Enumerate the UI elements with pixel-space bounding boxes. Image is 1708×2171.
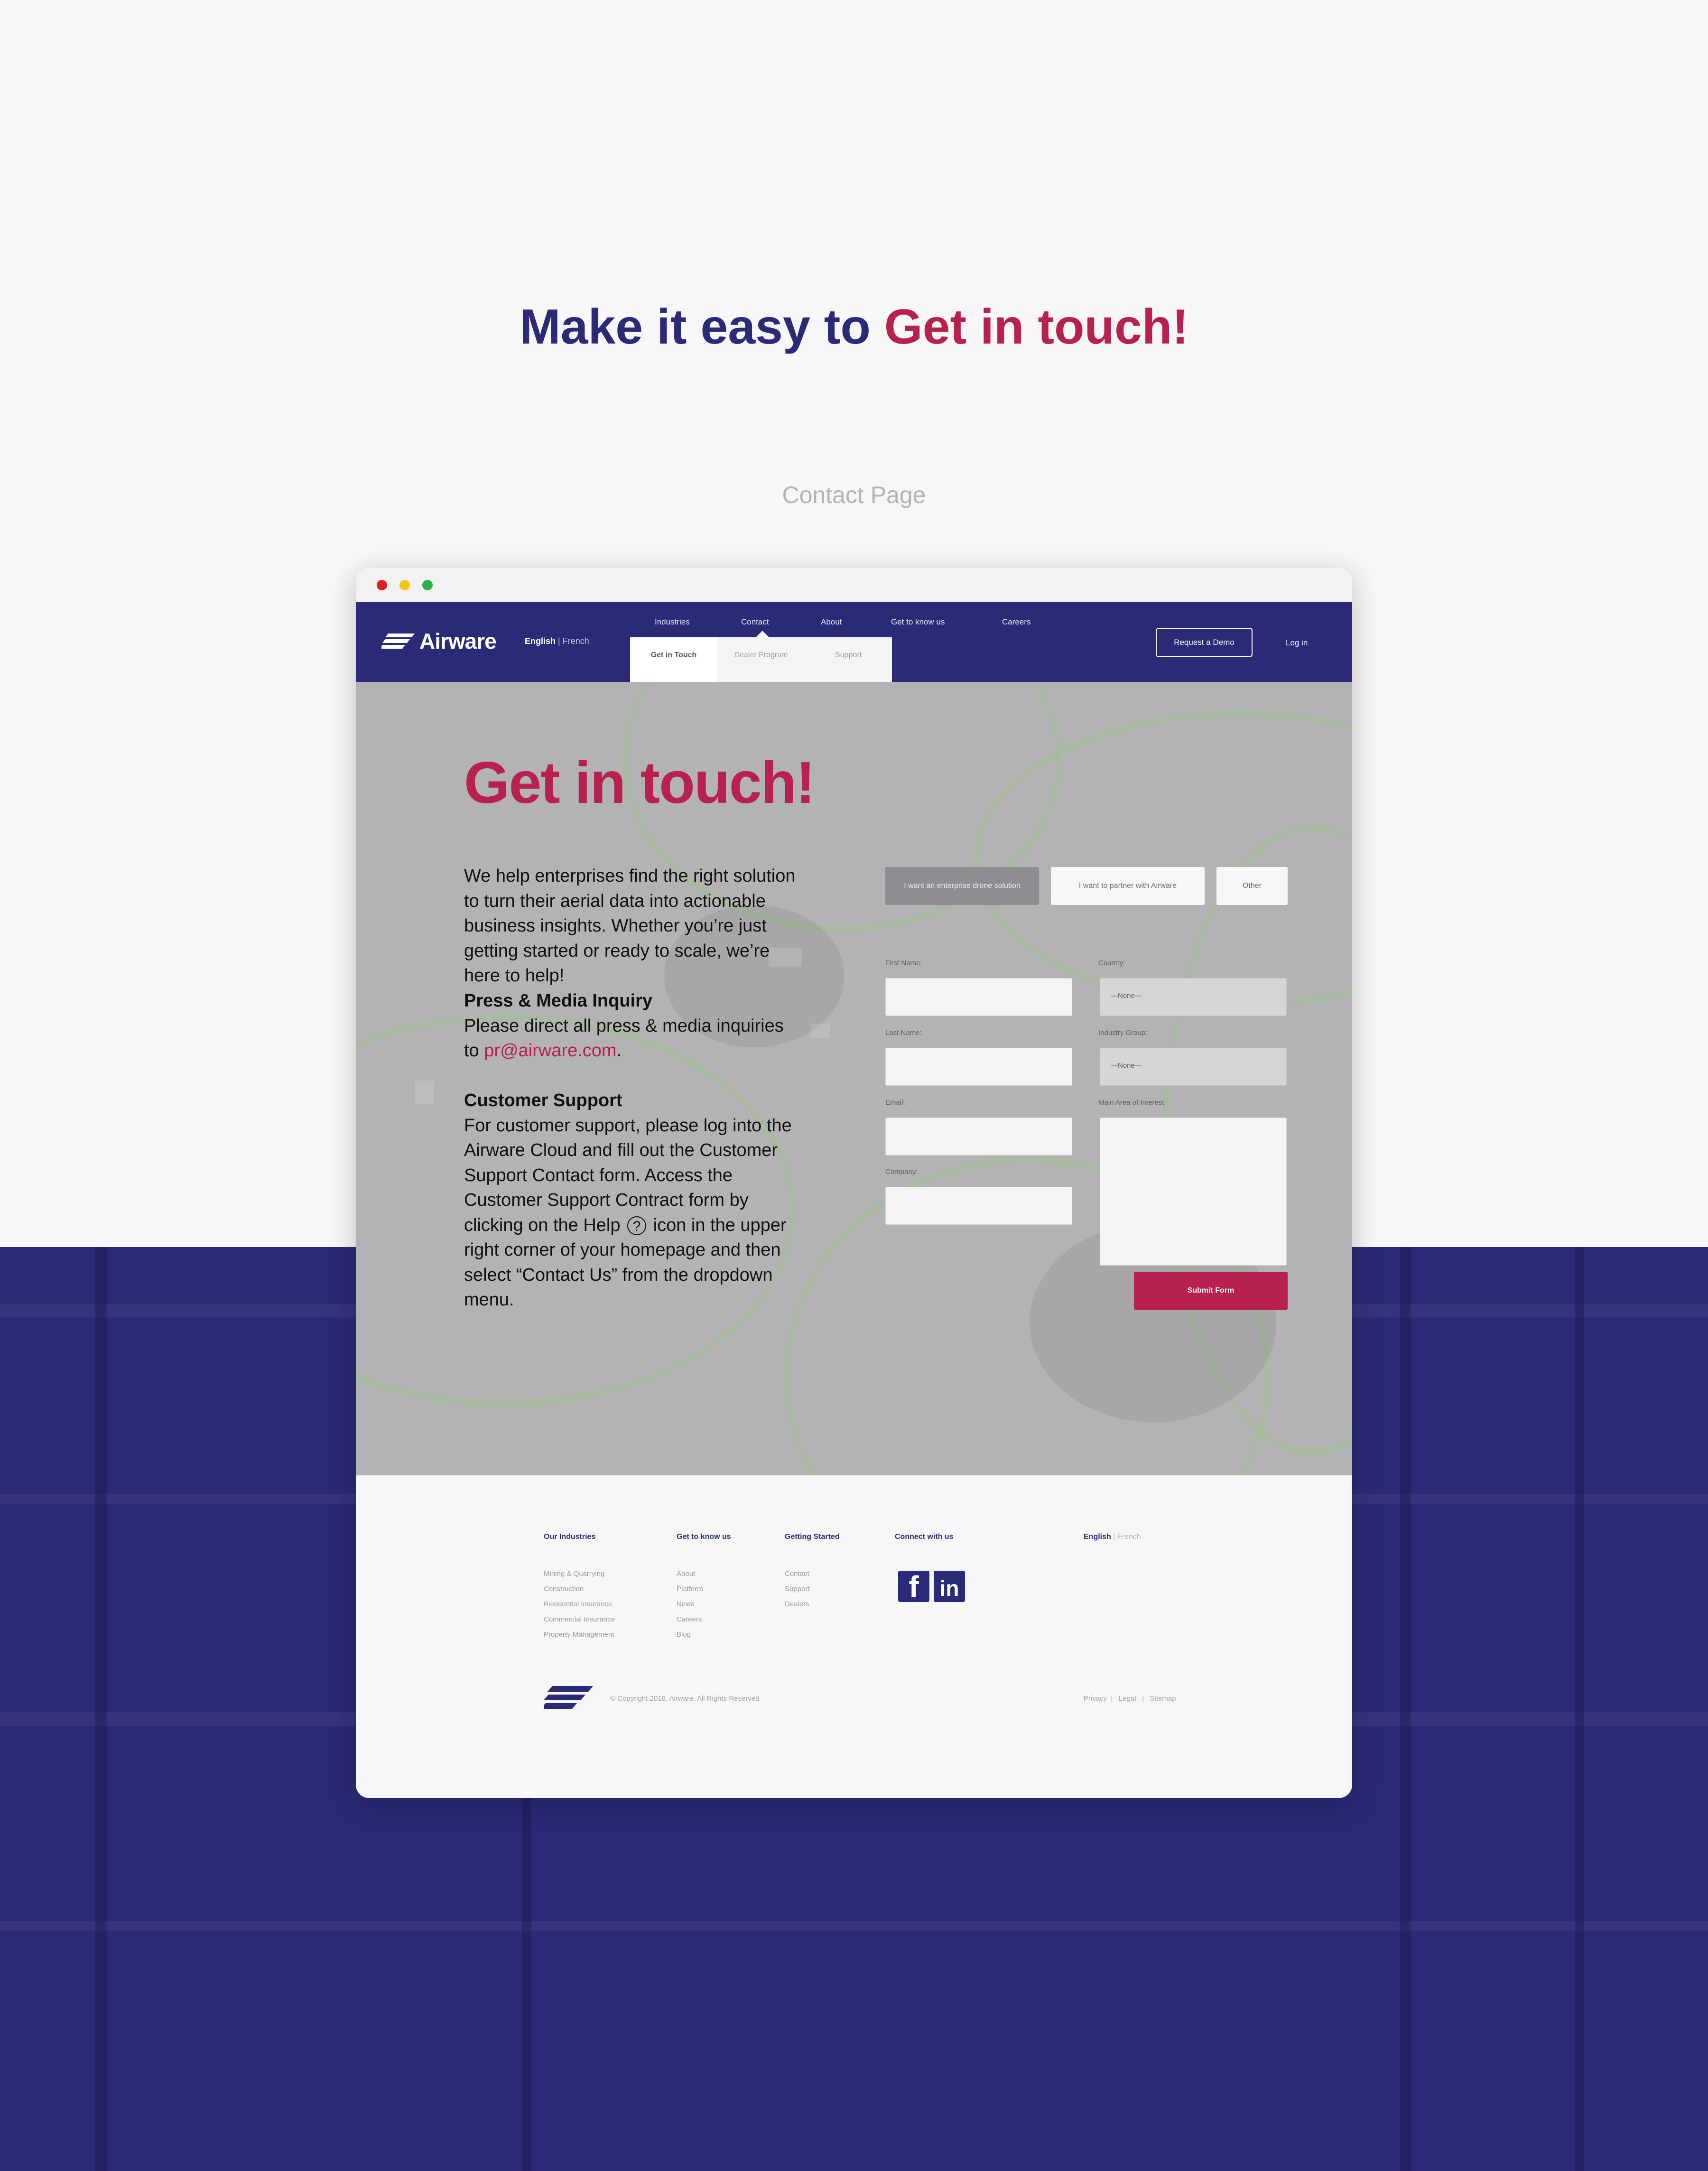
country-label: Country: [1098,959,1125,967]
footer-lang-separator: | [1111,1533,1117,1541]
footer-industries-list: Mining & Quarrying Construction Resident… [544,1570,615,1646]
nav-get-to-know-us[interactable]: Get to know us [891,617,945,627]
footer-link[interactable]: Residential Insurance [544,1600,615,1615]
footer-lang-french[interactable]: French [1117,1533,1141,1541]
window-chrome [356,568,1352,602]
footer-link[interactable]: Property Management [544,1631,615,1646]
subnav-get-in-touch[interactable]: Get in Touch [630,637,717,682]
legal-links: Privacy | Legal | Sitemap [1084,1695,1176,1703]
company-field[interactable] [885,1187,1072,1225]
maximize-dot-icon[interactable] [422,580,433,590]
sitemap-link[interactable]: Sitemap [1150,1695,1176,1703]
footer-link[interactable]: News [677,1600,703,1615]
hero-title: Get in touch! [464,750,816,816]
press-heading: Press & Media Inquiry [464,991,653,1011]
footer-heading-know: Get to know us [677,1533,731,1541]
interest-label: Main Area of Interest: [1098,1099,1166,1107]
footer-lang-english[interactable]: English [1084,1533,1111,1541]
close-dot-icon[interactable] [377,580,387,590]
footer-started-list: Contact Support Dealers [785,1570,810,1615]
map-building [811,1024,830,1038]
option-partner[interactable]: I want to partner with Airware [1051,867,1205,905]
subnav-support[interactable]: Support [805,637,892,682]
contact-hero: Get in touch! We help enterprises find t… [356,682,1352,1475]
press-end: . [616,1041,622,1061]
subnav-dealer-program[interactable]: Dealer Program [717,637,805,682]
legal-link[interactable]: Legal [1119,1695,1136,1703]
footer-link[interactable]: Dealers [785,1600,810,1615]
map-building [415,1081,434,1104]
footer-link[interactable]: Mining & Quarrying [544,1570,615,1585]
browser-window: Airware English | French Industries Cont… [356,568,1352,1798]
headline-part1: Make it easy to [519,299,871,354]
intro-text: We help enterprises find the right solut… [464,866,796,986]
footer-link[interactable]: Platform [677,1585,703,1600]
footer-link[interactable]: Careers [677,1615,703,1631]
lang-separator: | [558,636,560,646]
email-label: Email: [885,1099,905,1107]
site-footer: Our Industries Get to know us Getting St… [356,1475,1352,1798]
nav-careers[interactable]: Careers [1002,617,1030,627]
submit-form-button[interactable]: Submit Form [1134,1272,1288,1310]
last-name-label: Last Name: [885,1029,922,1037]
option-enterprise[interactable]: I want an enterprise drone solution [885,867,1039,905]
footer-link[interactable]: Contact [785,1570,810,1585]
company-label: Company: [885,1168,918,1176]
logo-text: Airware [419,629,497,653]
headline-part2: Get in touch! [884,299,1189,354]
language-switcher: English | French [525,636,589,646]
footer-link[interactable]: About [677,1570,703,1585]
industry-select[interactable]: —None— [1100,1048,1287,1086]
footer-heading-started: Getting Started [785,1533,840,1541]
press-section: Press & Media Inquiry Please direct all … [464,988,796,1063]
first-name-field[interactable] [885,978,1072,1016]
nav-contact[interactable]: Contact [741,617,769,627]
country-select[interactable]: —None— [1100,978,1287,1016]
airware-logo[interactable]: Airware [381,627,497,655]
press-email-link[interactable]: pr@airware.com [484,1041,616,1061]
copyright-text: © Copyright 2018, Airware. All Rights Re… [610,1695,760,1703]
airware-footer-logo-icon [544,1686,593,1709]
footer-language-switcher: English | French [1084,1533,1141,1541]
support-heading: Customer Support [464,1090,622,1110]
minimize-dot-icon[interactable] [399,580,410,590]
airware-wing-icon [381,634,415,649]
footer-heading-industries: Our Industries [544,1533,596,1541]
contact-subnav: Get in Touch Dealer Program Support [630,637,892,682]
linkedin-icon[interactable]: in [934,1571,965,1602]
site-nav: Airware English | French Industries Cont… [356,602,1352,682]
request-demo-button[interactable]: Request a Demo [1156,628,1253,657]
footer-heading-connect: Connect with us [895,1533,954,1541]
login-link[interactable]: Log in [1286,638,1308,648]
support-section: Customer Support For customer support, p… [464,1088,796,1313]
lang-french[interactable]: French [563,636,589,646]
nav-industries[interactable]: Industries [655,617,690,627]
industry-label: Industry Group: [1098,1029,1148,1037]
footer-know-list: About Platform News Careers Blog [677,1570,703,1646]
email-field[interactable] [885,1118,1072,1155]
facebook-icon[interactable]: f [898,1571,929,1602]
interest-textarea[interactable] [1100,1118,1287,1266]
privacy-link[interactable]: Privacy [1084,1695,1107,1703]
last-name-field[interactable] [885,1048,1072,1086]
lang-english[interactable]: English [525,636,556,646]
page-headline: Make it easy to Get in touch! [0,299,1708,355]
footer-link[interactable]: Construction [544,1585,615,1600]
option-other[interactable]: Other [1216,867,1288,905]
page-subheading: Contact Page [782,482,926,508]
footer-link[interactable]: Blog [677,1631,703,1646]
help-icon: ? [627,1216,647,1236]
footer-link[interactable]: Commercial Insurance [544,1615,615,1631]
footer-link[interactable]: Support [785,1585,810,1600]
first-name-label: First Name: [885,959,922,967]
active-nav-caret [756,631,769,637]
nav-about[interactable]: About [821,617,842,627]
